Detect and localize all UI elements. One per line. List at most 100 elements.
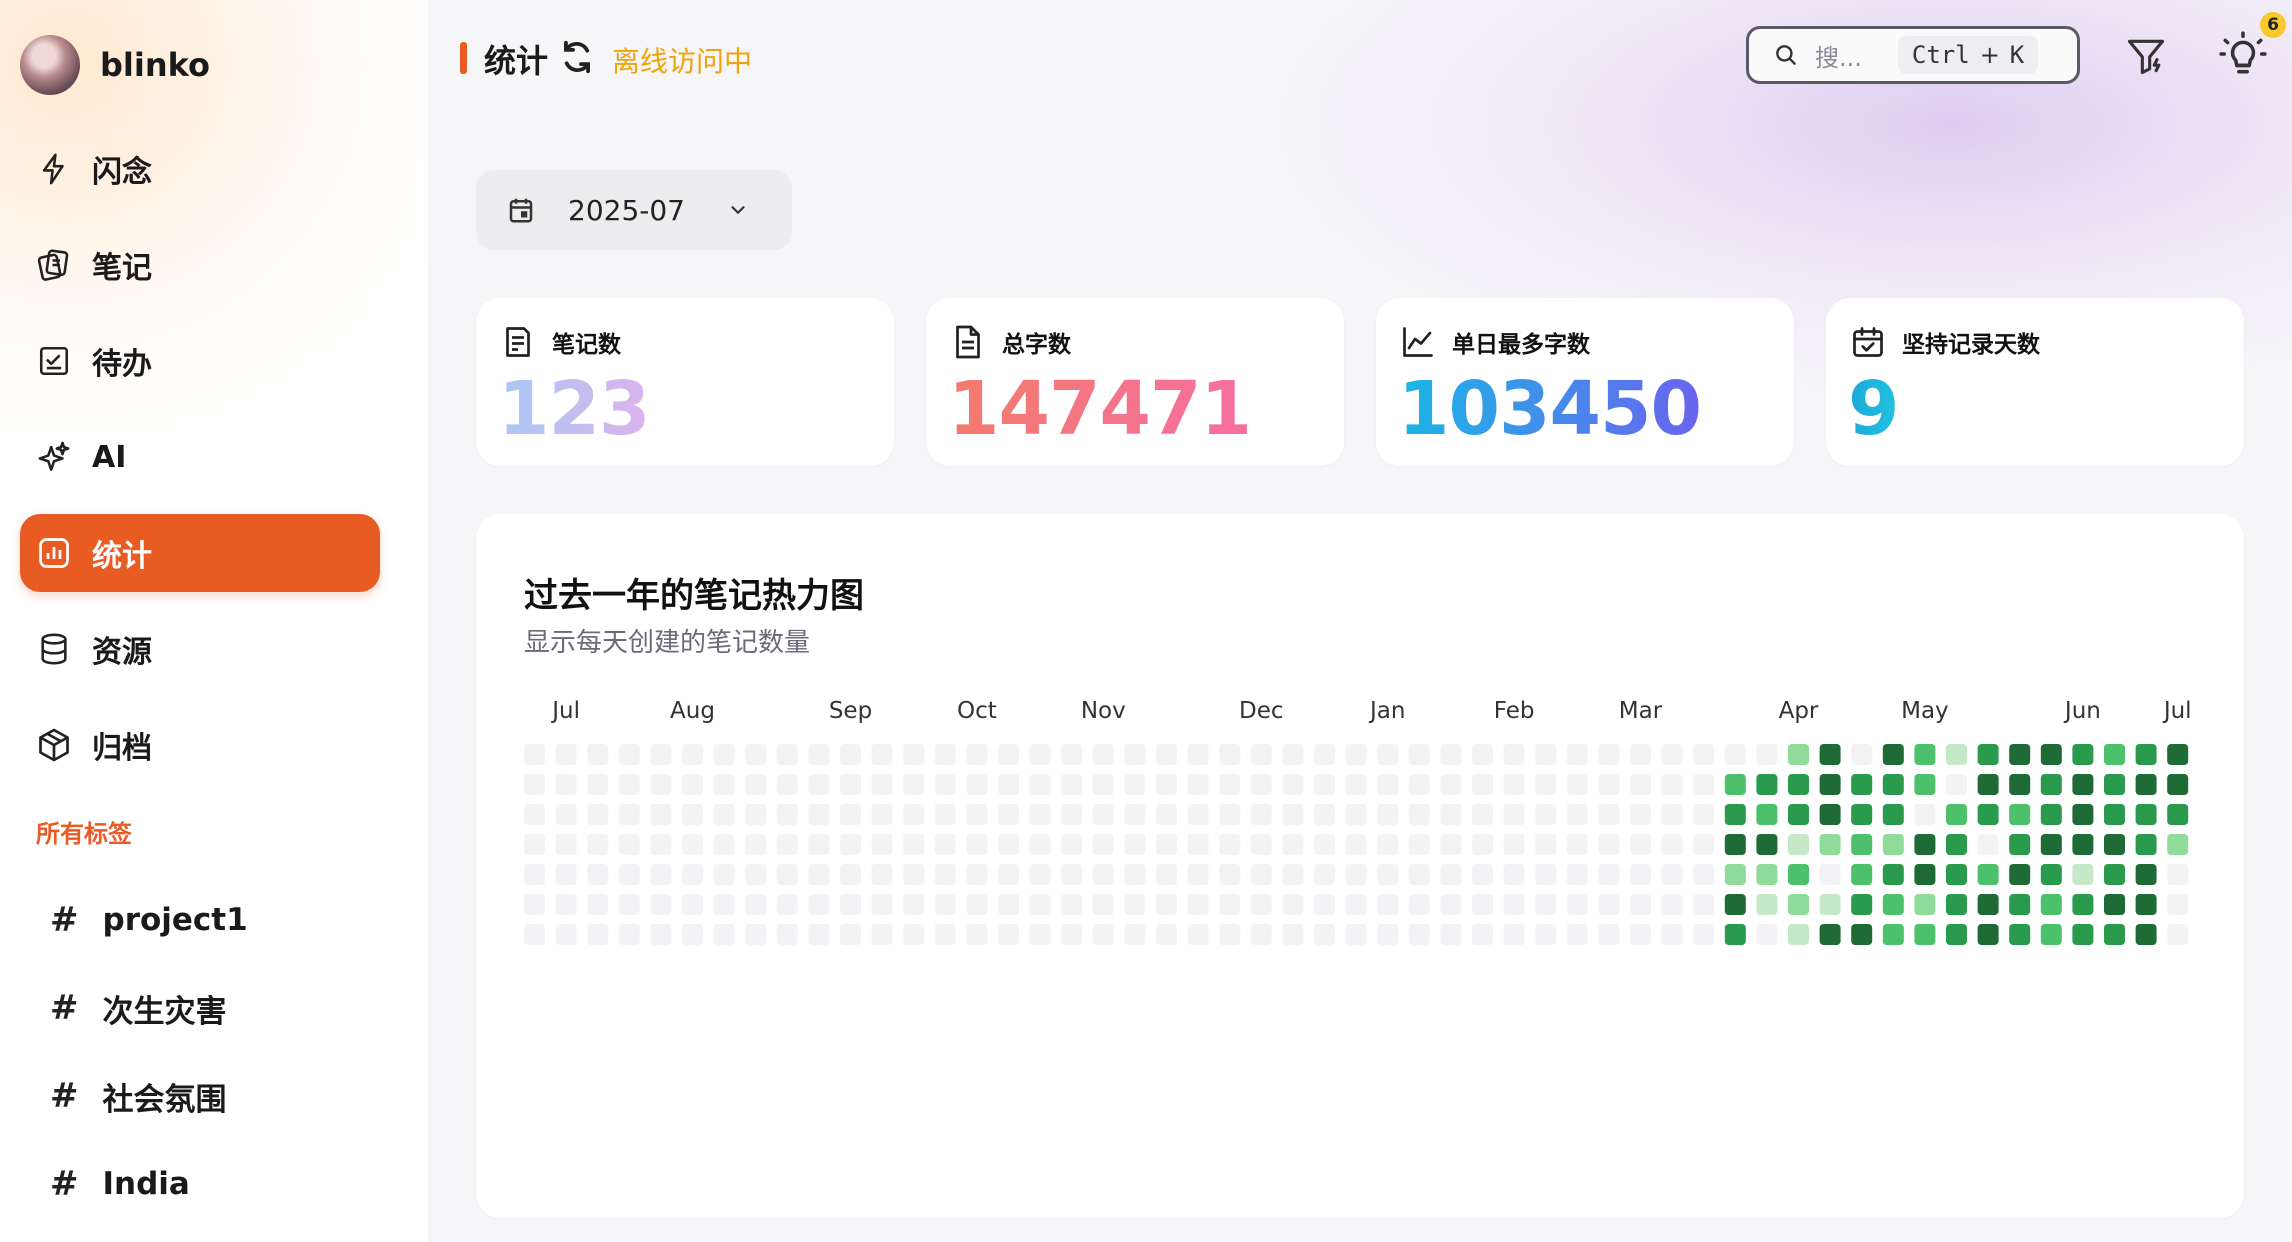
heatmap-cell[interactable]	[1282, 804, 1304, 825]
heatmap-cell[interactable]	[1598, 774, 1620, 795]
heatmap-cell[interactable]	[1314, 774, 1335, 795]
heatmap-cell[interactable]	[1092, 744, 1114, 765]
heatmap-cell[interactable]	[903, 774, 925, 795]
heatmap-cell[interactable]	[1598, 744, 1620, 765]
heatmap-cell[interactable]	[524, 864, 545, 885]
heatmap-cell[interactable]	[1345, 804, 1367, 825]
heatmap-cell[interactable]	[1219, 774, 1241, 795]
heatmap-cell[interactable]	[1788, 894, 1809, 915]
heatmap-cell[interactable]	[1156, 834, 1177, 855]
heatmap-cell[interactable]	[1819, 744, 1841, 765]
heatmap-cell[interactable]	[1187, 774, 1209, 795]
heatmap-cell[interactable]	[1756, 864, 1778, 885]
heatmap-cell[interactable]	[1693, 744, 1715, 765]
heatmap-cell[interactable]	[713, 864, 735, 885]
heatmap-cell[interactable]	[1092, 894, 1114, 915]
heatmap-cell[interactable]	[998, 894, 1019, 915]
heatmap-cell[interactable]	[2135, 804, 2157, 825]
heatmap-cell[interactable]	[1156, 924, 1177, 945]
heatmap-cell[interactable]	[1724, 804, 1746, 825]
heatmap-cell[interactable]	[1219, 834, 1241, 855]
heatmap-cell[interactable]	[998, 804, 1019, 825]
heatmap-cell[interactable]	[555, 774, 577, 795]
heatmap-cell[interactable]	[1029, 894, 1051, 915]
heatmap-cell[interactable]	[808, 834, 830, 855]
heatmap-cell[interactable]	[650, 924, 672, 945]
sidebar-item-resources[interactable]: 资源	[20, 610, 380, 688]
heatmap-cell[interactable]	[1503, 894, 1525, 915]
heatmap-cell[interactable]	[1408, 894, 1430, 915]
heatmap-cell[interactable]	[1472, 774, 1493, 795]
heatmap-cell[interactable]	[1851, 804, 1873, 825]
heatmap-cell[interactable]	[1630, 924, 1651, 945]
heatmap-cell[interactable]	[1440, 924, 1462, 945]
heatmap-cell[interactable]	[1472, 744, 1493, 765]
heatmap-cell[interactable]	[1661, 924, 1683, 945]
heatmap-cell[interactable]	[840, 924, 861, 945]
heatmap-cell[interactable]	[1377, 804, 1399, 825]
heatmap-cell[interactable]	[2167, 744, 2189, 765]
heatmap-cell[interactable]	[1282, 774, 1304, 795]
heatmap-cell[interactable]	[1345, 864, 1367, 885]
heatmap-cell[interactable]	[1566, 834, 1588, 855]
heatmap-cell[interactable]	[1598, 924, 1620, 945]
heatmap-cell[interactable]	[1250, 864, 1272, 885]
brand[interactable]: blinko	[20, 32, 210, 98]
heatmap-cell[interactable]	[1630, 894, 1651, 915]
heatmap-cell[interactable]	[1472, 894, 1493, 915]
heatmap-cell[interactable]	[587, 834, 609, 855]
heatmap-cell[interactable]	[745, 744, 767, 765]
heatmap-cell[interactable]	[1124, 804, 1146, 825]
heatmap-cell[interactable]	[2135, 924, 2157, 945]
heatmap-cell[interactable]	[1472, 804, 1493, 825]
heatmap-cell[interactable]	[1756, 924, 1778, 945]
heatmap-cell[interactable]	[618, 834, 640, 855]
heatmap-cell[interactable]	[1092, 864, 1114, 885]
heatmap-cell[interactable]	[2167, 894, 2189, 915]
heatmap-cell[interactable]	[1061, 894, 1083, 915]
heatmap-cell[interactable]	[1124, 744, 1146, 765]
tag-item[interactable]: # 社会氛围	[50, 1066, 227, 1126]
heatmap-cell[interactable]	[1630, 804, 1651, 825]
heatmap-cell[interactable]	[966, 744, 988, 765]
heatmap-cell[interactable]	[840, 894, 861, 915]
heatmap-cell[interactable]	[776, 834, 798, 855]
heatmap-cell[interactable]	[2009, 774, 2031, 795]
heatmap-cell[interactable]	[2135, 744, 2157, 765]
heatmap-cell[interactable]	[1282, 894, 1304, 915]
heatmap-cell[interactable]	[1914, 804, 1936, 825]
heatmap-cell[interactable]	[2040, 744, 2062, 765]
heatmap-cell[interactable]	[1314, 804, 1335, 825]
heatmap-cell[interactable]	[682, 894, 703, 915]
heatmap-cell[interactable]	[1219, 894, 1241, 915]
heatmap-cell[interactable]	[1630, 864, 1651, 885]
heatmap-cell[interactable]	[998, 834, 1019, 855]
heatmap-cell[interactable]	[1851, 894, 1873, 915]
heatmap-cell[interactable]	[1819, 834, 1841, 855]
heatmap-cell[interactable]	[903, 744, 925, 765]
heatmap-cell[interactable]	[2104, 864, 2125, 885]
heatmap-cell[interactable]	[1187, 924, 1209, 945]
heatmap-cell[interactable]	[1440, 774, 1462, 795]
heatmap-cell[interactable]	[998, 864, 1019, 885]
heatmap-cell[interactable]	[1756, 894, 1778, 915]
heatmap-cell[interactable]	[2072, 834, 2094, 855]
heatmap-cell[interactable]	[650, 834, 672, 855]
heatmap-cell[interactable]	[650, 744, 672, 765]
sidebar-item-todo[interactable]: 待办	[20, 322, 380, 400]
heatmap-cell[interactable]	[776, 924, 798, 945]
heatmap-cell[interactable]	[1566, 894, 1588, 915]
heatmap-cell[interactable]	[1661, 804, 1683, 825]
heatmap-cell[interactable]	[1977, 774, 1999, 795]
lightbulb-icon[interactable]	[2218, 30, 2268, 80]
heatmap-cell[interactable]	[1408, 744, 1430, 765]
heatmap-cell[interactable]	[1503, 924, 1525, 945]
heatmap-cell[interactable]	[1819, 924, 1841, 945]
heatmap-cell[interactable]	[1408, 924, 1430, 945]
filter-icon[interactable]	[2124, 34, 2168, 78]
heatmap-cell[interactable]	[808, 744, 830, 765]
heatmap-cell[interactable]	[871, 864, 893, 885]
heatmap-cell[interactable]	[998, 774, 1019, 795]
heatmap-cell[interactable]	[1345, 744, 1367, 765]
heatmap-cell[interactable]	[1946, 744, 1967, 765]
